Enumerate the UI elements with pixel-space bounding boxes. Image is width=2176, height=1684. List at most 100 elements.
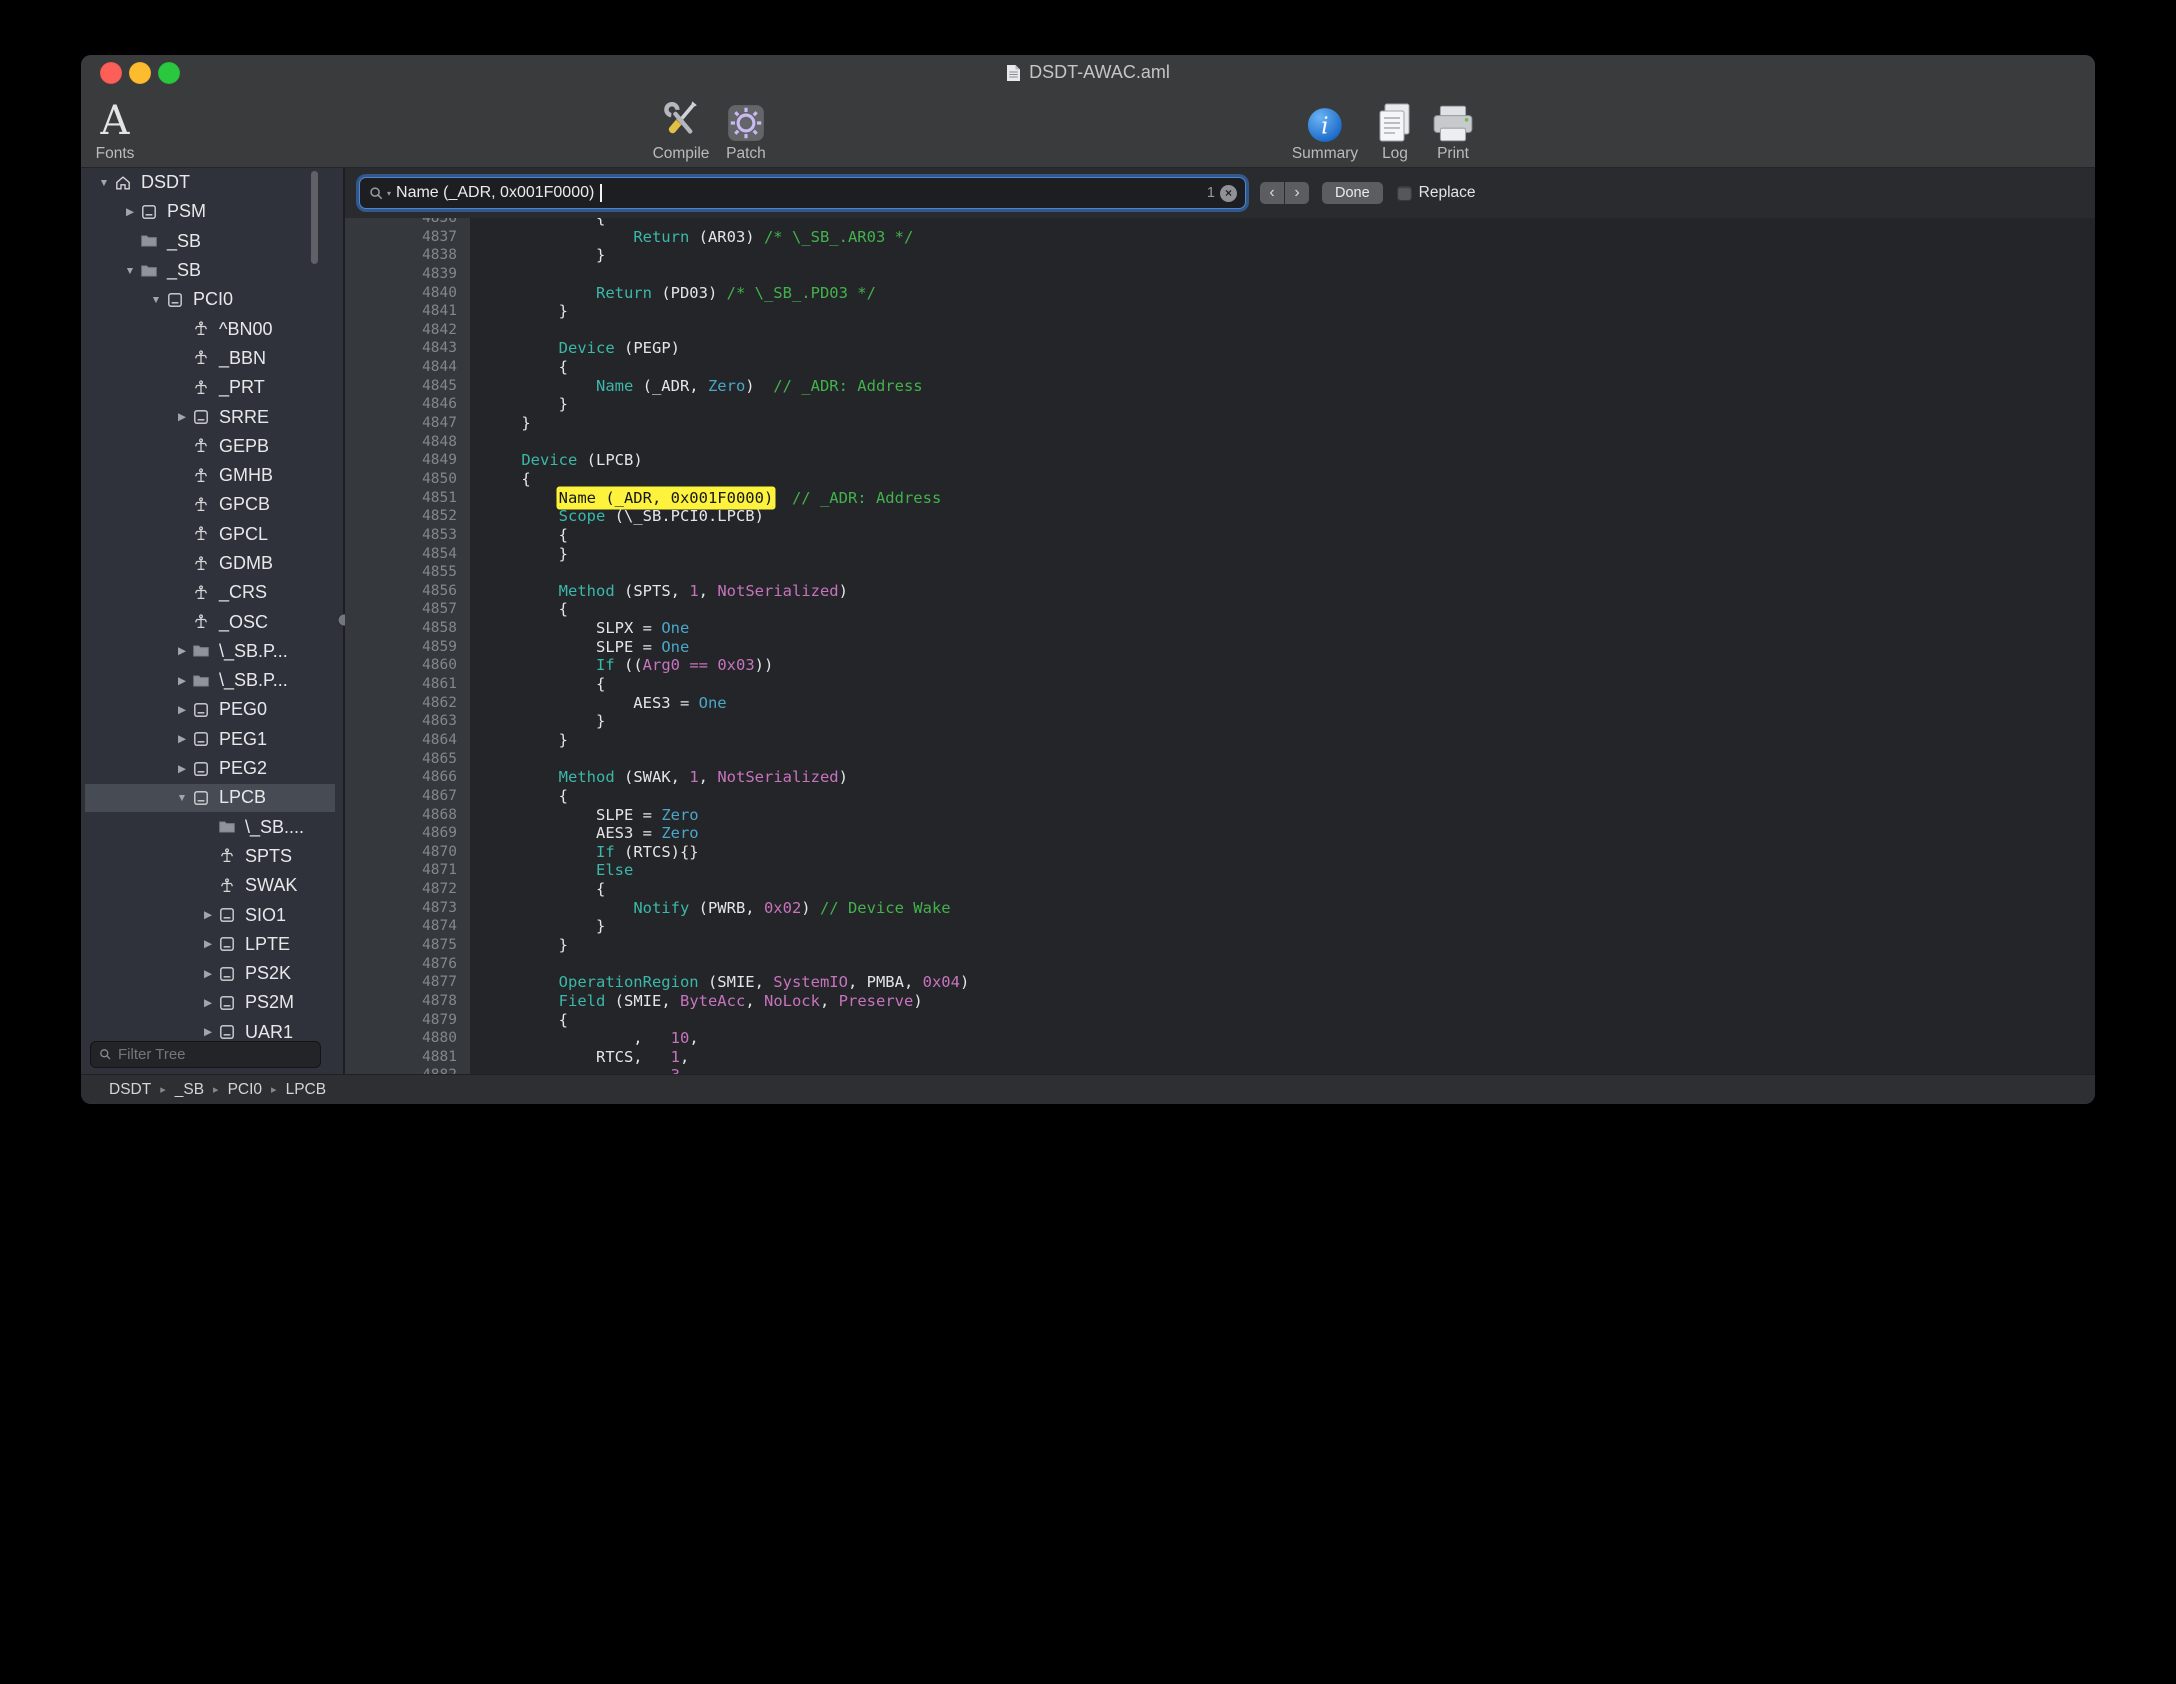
device-icon [217, 1023, 237, 1040]
summary-label: Summary [1292, 145, 1358, 163]
tree-item-sb[interactable]: ▼_SB [81, 256, 317, 285]
code-line: 4863 } [345, 712, 2095, 731]
print-button[interactable]: Print [1430, 95, 1476, 163]
code-line: 4874 } [345, 917, 2095, 936]
tree-item-uar1[interactable]: ▶UAR1 [81, 1018, 317, 1040]
tree-item-crs[interactable]: _CRS [81, 578, 317, 607]
tree-item-gdmb[interactable]: GDMB [81, 549, 317, 578]
tree-item-peg0[interactable]: ▶ PEG0 [81, 695, 317, 724]
minimize-button[interactable] [129, 62, 151, 84]
log-button[interactable]: Log [1376, 95, 1414, 163]
tree-item-lpte[interactable]: ▶LPTE [81, 930, 317, 959]
disclosure-closed-icon[interactable]: ▶ [199, 909, 217, 921]
disclosure-closed-icon[interactable]: ▶ [199, 1026, 217, 1038]
tree-item-prt[interactable]: _PRT [81, 373, 317, 402]
code-editor[interactable]: 4836 {4837 Return (AR03) /* \_SB_.AR03 *… [345, 218, 2095, 1074]
tree-item-gpcb[interactable]: GPCB [81, 490, 317, 519]
code-line: 4856 Method (SPTS, 1, NotSerialized) [345, 582, 2095, 601]
tree-item-spts[interactable]: SPTS [81, 842, 317, 871]
disclosure-closed-icon[interactable]: ▶ [173, 645, 191, 657]
find-input[interactable]: ▾ Name (_ADR, 0x001F0000) 1 × [360, 178, 1245, 208]
method-icon [191, 584, 211, 602]
code-line: 4849 Device (LPCB) [345, 451, 2095, 470]
find-next-button[interactable]: › [1285, 182, 1309, 204]
breadcrumb-item[interactable]: PCI0 [228, 1081, 262, 1099]
disclosure-closed-icon[interactable]: ▶ [199, 997, 217, 1009]
tree-item-peg2[interactable]: ▶PEG2 [81, 754, 317, 783]
disclosure-open-icon[interactable]: ▼ [173, 792, 191, 804]
breadcrumb-item[interactable]: _SB [175, 1081, 204, 1099]
tree-item-ps2k[interactable]: ▶PS2K [81, 959, 317, 988]
zoom-button[interactable] [158, 62, 180, 84]
close-button[interactable] [100, 62, 122, 84]
tree-item-sb[interactable]: _SB [81, 227, 317, 256]
line-number: 4867 [345, 787, 470, 806]
patch-label: Patch [726, 145, 766, 163]
tree-item-sbp[interactable]: ▶\_SB.P... [81, 637, 317, 666]
tree-item-peg1[interactable]: ▶PEG1 [81, 725, 317, 754]
breadcrumb-item[interactable]: LPCB [286, 1081, 327, 1099]
find-previous-button[interactable]: ‹ [1260, 182, 1284, 204]
line-number: 4854 [345, 545, 470, 564]
titlebar[interactable]: DSDT-AWAC.aml [81, 55, 2095, 90]
disclosure-closed-icon[interactable]: ▶ [173, 733, 191, 745]
tree-item-label: PEG0 [219, 699, 267, 720]
sidebar-scrollbar[interactable] [311, 171, 318, 264]
code-line: 4840 Return (PD03) /* \_SB_.PD03 */ [345, 284, 2095, 303]
tree-item-swak[interactable]: SWAK [81, 871, 317, 900]
tree-item-sio1[interactable]: ▶SIO1 [81, 900, 317, 929]
line-number: 4843 [345, 339, 470, 358]
dsdt-tree: ▼DSDT▶PSM_SB▼_SB▼PCI0^BN00_BBN_PRT▶SRREG… [81, 168, 343, 1040]
line-number: 4880 [345, 1029, 470, 1048]
find-nav-buttons: ‹ › [1260, 182, 1309, 204]
tree-item-sb[interactable]: \_SB.... [81, 813, 317, 842]
fonts-button[interactable]: A Fonts [96, 95, 135, 163]
compile-button[interactable]: Compile [653, 95, 710, 163]
folder-icon [191, 672, 211, 690]
tree-item-srre[interactable]: ▶SRRE [81, 402, 317, 431]
line-number: 4849 [345, 451, 470, 470]
breadcrumb-item[interactable]: DSDT [109, 1081, 151, 1099]
tree-item-psm[interactable]: ▶PSM [81, 197, 317, 226]
tree-item-osc[interactable]: _OSC [81, 607, 317, 636]
code-line-text: If ((Arg0 == 0x03)) [470, 656, 773, 675]
code-line-text [470, 563, 484, 582]
summary-icon: i [1306, 95, 1344, 144]
editor-pane: ▾ Name (_ADR, 0x001F0000) 1 × ‹ › Done R… [345, 168, 2095, 1074]
tree-item-bn00[interactable]: ^BN00 [81, 314, 317, 343]
tree-item-gepb[interactable]: GEPB [81, 432, 317, 461]
disclosure-closed-icon[interactable]: ▶ [173, 763, 191, 775]
disclosure-closed-icon[interactable]: ▶ [173, 704, 191, 716]
tree-item-label: _SB [167, 231, 201, 252]
disclosure-closed-icon[interactable]: ▶ [121, 206, 139, 218]
tree-item-bbn[interactable]: _BBN [81, 344, 317, 373]
tree-item-gpcl[interactable]: GPCL [81, 520, 317, 549]
disclosure-open-icon[interactable]: ▼ [121, 265, 139, 277]
done-button[interactable]: Done [1322, 182, 1383, 204]
code-line: 4859 SLPE = One [345, 638, 2095, 657]
match-count: 1 [1207, 185, 1215, 201]
tree-item-sbp[interactable]: ▶\_SB.P... [81, 666, 317, 695]
tree-item-label: \_SB.... [245, 817, 304, 838]
tree-item-ps2m[interactable]: ▶PS2M [81, 988, 317, 1017]
tree-item-lpcb[interactable]: ▼LPCB [81, 783, 317, 812]
code-line-text: AES3 = Zero [470, 824, 699, 843]
clear-search-button[interactable]: × [1220, 185, 1237, 202]
summary-button[interactable]: i Summary [1292, 95, 1358, 163]
code-line-text: SLPE = One [470, 638, 689, 657]
tree-item-gmhb[interactable]: GMHB [81, 461, 317, 490]
disclosure-closed-icon[interactable]: ▶ [173, 675, 191, 687]
folder-icon [139, 262, 159, 280]
disclosure-closed-icon[interactable]: ▶ [199, 938, 217, 950]
disclosure-closed-icon[interactable]: ▶ [173, 411, 191, 423]
tree-item-dsdt[interactable]: ▼DSDT [81, 168, 317, 197]
tree-item-pci0[interactable]: ▼PCI0 [81, 285, 317, 314]
replace-checkbox[interactable] [1397, 186, 1412, 201]
filter-box: Filter Tree [81, 1040, 343, 1074]
filter-tree-input[interactable]: Filter Tree [90, 1041, 321, 1068]
disclosure-closed-icon[interactable]: ▶ [199, 968, 217, 980]
disclosure-open-icon[interactable]: ▼ [147, 294, 165, 306]
patch-button[interactable]: Patch [725, 95, 767, 163]
disclosure-open-icon[interactable]: ▼ [95, 177, 113, 189]
search-menu-chevron-icon[interactable]: ▾ [387, 189, 391, 198]
